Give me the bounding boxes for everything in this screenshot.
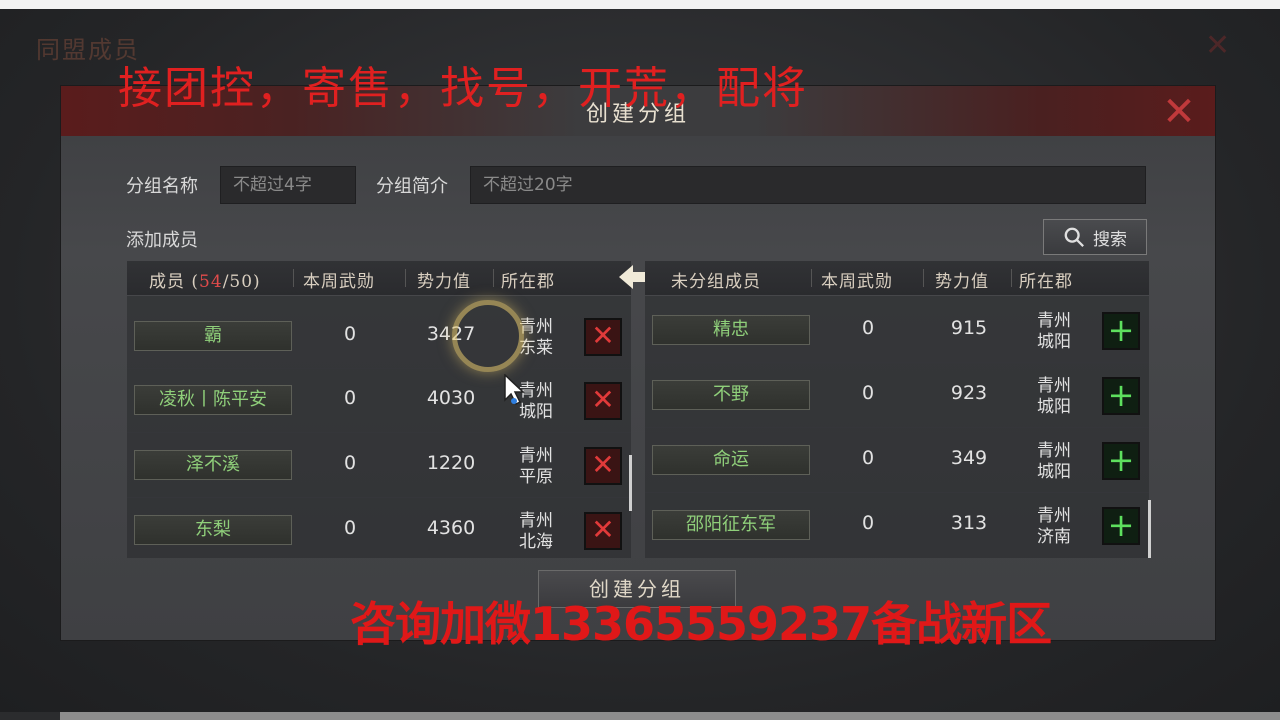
member-name[interactable]: 不野 bbox=[652, 380, 810, 410]
table-row: 精忠 0 915 青州 城阳 + bbox=[645, 299, 1149, 363]
ad-overlay-bottom-text: 咨询加微13365559237备战新区 bbox=[350, 597, 1052, 651]
search-label: 搜索 bbox=[1093, 229, 1127, 250]
member-name[interactable]: 命运 bbox=[652, 445, 810, 475]
table-row: 东梨 0 4360 青州 北海 ✕ bbox=[127, 499, 631, 563]
header-power[interactable]: 势力值 bbox=[935, 267, 989, 292]
add-member-button[interactable]: + bbox=[1102, 507, 1140, 545]
county: 青州 城阳 bbox=[1037, 441, 1071, 482]
power-value: 4030 bbox=[426, 387, 476, 409]
header-county[interactable]: 所在郡 bbox=[501, 267, 555, 292]
group-intro-input[interactable]: 不超过20字 bbox=[470, 166, 1146, 204]
header-ungrouped-member: 未分组成员 bbox=[671, 272, 761, 292]
member-name[interactable]: 泽不溪 bbox=[134, 450, 292, 480]
member-name[interactable]: 精忠 bbox=[652, 315, 810, 345]
power-value: 4360 bbox=[426, 517, 476, 539]
group-name-input[interactable]: 不超过4字 bbox=[220, 166, 356, 204]
header-weekly-merit[interactable]: 本周武勋 bbox=[303, 267, 375, 292]
member-count-header: 成员 (54/50) bbox=[149, 272, 261, 292]
county: 青州 平原 bbox=[519, 446, 553, 487]
group-members-header: 成员 (54/50) 本周武勋 势力值 所在郡 bbox=[127, 261, 631, 295]
power-value: 915 bbox=[950, 317, 988, 339]
group-name-label: 分组名称 bbox=[126, 176, 198, 197]
remove-member-button[interactable]: ✕ bbox=[584, 512, 622, 550]
add-members-label: 添加成员 bbox=[126, 230, 198, 251]
add-member-button[interactable]: + bbox=[1102, 442, 1140, 480]
background-close-icon: ✕ bbox=[1205, 28, 1231, 63]
remove-member-button[interactable]: ✕ bbox=[584, 318, 622, 356]
header-power[interactable]: 势力值 bbox=[417, 267, 471, 292]
power-value: 349 bbox=[950, 447, 988, 469]
group-intro-label: 分组简介 bbox=[376, 176, 448, 197]
add-member-button[interactable]: + bbox=[1102, 312, 1140, 350]
left-scrollbar[interactable] bbox=[629, 455, 632, 511]
ad-overlay-top-text: 接团控，寄售，找号，开荒，配将 bbox=[118, 63, 808, 114]
loading-ring-icon bbox=[452, 300, 524, 372]
weekly-merit: 0 bbox=[343, 387, 357, 409]
search-button[interactable]: 搜索 bbox=[1043, 219, 1147, 255]
weekly-merit: 0 bbox=[861, 447, 875, 469]
table-row: 泽不溪 0 1220 青州 平原 ✕ bbox=[127, 434, 631, 498]
weekly-merit: 0 bbox=[343, 517, 357, 539]
weekly-merit: 0 bbox=[861, 382, 875, 404]
weekly-merit: 0 bbox=[861, 317, 875, 339]
header-county[interactable]: 所在郡 bbox=[1019, 267, 1073, 292]
header-weekly-merit[interactable]: 本周武勋 bbox=[821, 267, 893, 292]
browser-top-strip bbox=[0, 0, 1280, 9]
right-scrollbar[interactable] bbox=[1148, 500, 1151, 558]
weekly-merit: 0 bbox=[861, 512, 875, 534]
power-value: 1220 bbox=[426, 452, 476, 474]
member-name[interactable]: 凌秋丨陈平安 bbox=[134, 385, 292, 415]
member-name[interactable]: 东梨 bbox=[134, 515, 292, 545]
ungrouped-members-header: 未分组成员 本周武勋 势力值 所在郡 bbox=[645, 261, 1149, 295]
bottom-strip bbox=[60, 712, 1280, 720]
weekly-merit: 0 bbox=[343, 323, 357, 345]
search-icon bbox=[1064, 227, 1084, 247]
table-row: 命运 0 349 青州 城阳 + bbox=[645, 429, 1149, 493]
power-value: 923 bbox=[950, 382, 988, 404]
mouse-cursor-icon bbox=[504, 374, 525, 406]
remove-member-button[interactable]: ✕ bbox=[584, 382, 622, 420]
county: 青州 城阳 bbox=[1037, 376, 1071, 417]
county: 青州 城阳 bbox=[1037, 311, 1071, 352]
member-name[interactable]: 霸 bbox=[134, 321, 292, 351]
table-row: 霸 0 3427 青州 东莱 ✕ bbox=[127, 305, 631, 369]
table-row: 邵阳征东军 0 313 青州 济南 + bbox=[645, 494, 1149, 558]
county: 青州 北海 bbox=[519, 511, 553, 552]
power-value: 313 bbox=[950, 512, 988, 534]
remove-member-button[interactable]: ✕ bbox=[584, 447, 622, 485]
close-icon[interactable]: ✕ bbox=[1159, 92, 1199, 132]
add-member-button[interactable]: + bbox=[1102, 377, 1140, 415]
county: 青州 济南 bbox=[1037, 506, 1071, 547]
member-name[interactable]: 邵阳征东军 bbox=[652, 510, 810, 540]
table-row: 不野 0 923 青州 城阳 + bbox=[645, 364, 1149, 428]
weekly-merit: 0 bbox=[343, 452, 357, 474]
table-row: 凌秋丨陈平安 0 4030 青州 城阳 ✕ bbox=[127, 369, 631, 433]
